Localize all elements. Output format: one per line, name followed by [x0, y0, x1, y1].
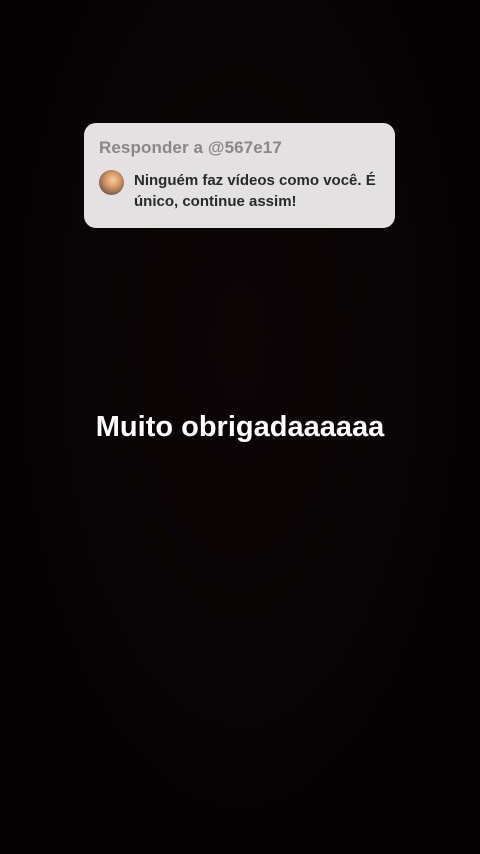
reply-comment-sticker[interactable]: Responder a @567e17 Ninguém faz vídeos c… [84, 123, 395, 228]
comment-text: Ninguém faz vídeos como você. É único, c… [134, 172, 376, 210]
video-caption: Muito obrigadaaaaaa [95, 411, 385, 443]
user-avatar-icon [99, 170, 124, 195]
comment-row: Ninguém faz vídeos como você. É único, c… [99, 170, 381, 212]
video-screen: Responder a @567e17 Ninguém faz vídeos c… [0, 0, 480, 854]
reply-header: Responder a @567e17 [99, 138, 282, 157]
